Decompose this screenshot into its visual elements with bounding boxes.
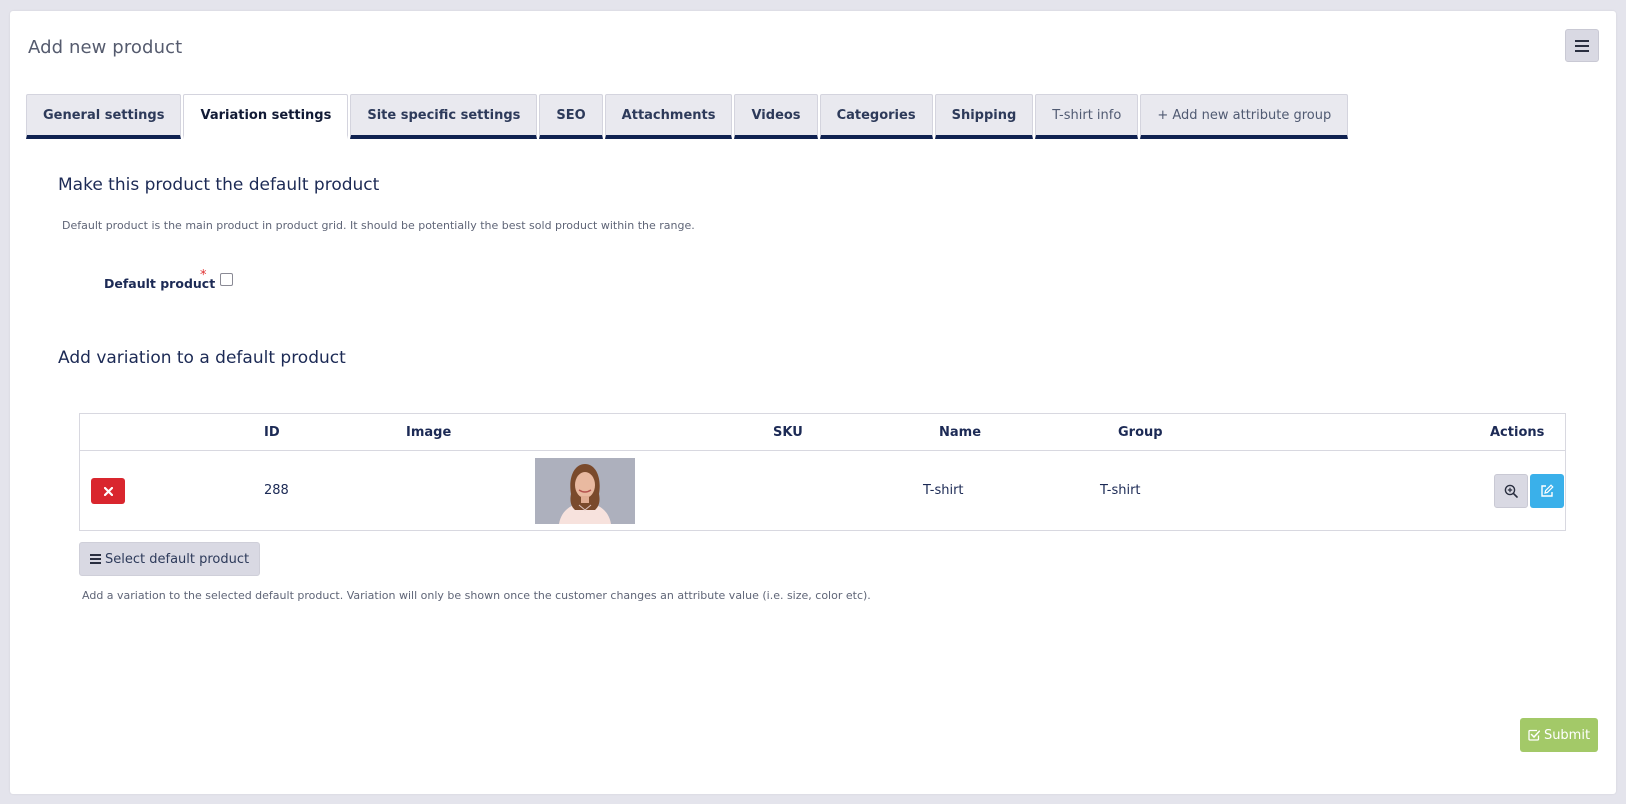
page-title: Add new product — [28, 37, 183, 58]
submit-label: Submit — [1543, 727, 1591, 743]
close-icon — [103, 486, 113, 496]
tab-t-shirt-info[interactable]: T-shirt info — [1035, 94, 1139, 139]
column-header-actions: Actions — [1490, 425, 1545, 440]
row-name: T-shirt — [923, 483, 964, 498]
edit-variation-button[interactable] — [1530, 474, 1564, 508]
select-default-product-label: Select default product — [105, 551, 250, 567]
hamburger-icon — [1575, 39, 1589, 52]
required-mark: * — [200, 268, 207, 283]
remove-variation-button[interactable] — [91, 478, 125, 504]
edit-icon — [1541, 484, 1554, 497]
default-product-checkbox[interactable] — [220, 273, 233, 286]
tab-add-attribute-group[interactable]: + Add new attribute group — [1140, 94, 1349, 139]
column-header-group: Group — [1118, 425, 1163, 440]
row-id: 288 — [264, 483, 289, 498]
list-icon — [90, 554, 101, 564]
tab-shipping[interactable]: Shipping — [934, 94, 1034, 139]
default-product-label: Default product — [104, 276, 216, 291]
select-default-product-button[interactable]: Select default product — [79, 542, 261, 576]
column-header-image: Image — [406, 425, 452, 440]
tab-attachments[interactable]: Attachments — [604, 94, 733, 139]
product-thumbnail — [535, 458, 635, 524]
product-photo — [535, 458, 635, 524]
row-group: T-shirt — [1100, 483, 1141, 498]
variation-table: ID Image SKU Name Group Actions 288 T-sh… — [79, 413, 1566, 531]
column-header-name: Name — [939, 425, 982, 440]
column-header-id: ID — [264, 425, 280, 440]
tab-seo[interactable]: SEO — [539, 94, 603, 139]
column-header-sku: SKU — [773, 425, 803, 440]
table-row: 288 T-shirt T-shirt — [80, 451, 1565, 531]
main-panel: Add new product General settings Variati… — [10, 11, 1616, 794]
default-product-help: Default product is the main product in p… — [62, 219, 695, 232]
view-variation-button[interactable] — [1494, 474, 1528, 508]
tab-bar: General settings Variation settings Site… — [26, 94, 1350, 140]
menu-button[interactable] — [1565, 29, 1599, 62]
tab-videos[interactable]: Videos — [734, 94, 818, 139]
default-product-section-title: Make this product the default product — [58, 175, 380, 195]
tab-general-settings[interactable]: General settings — [26, 94, 182, 139]
tab-site-specific-settings[interactable]: Site specific settings — [350, 94, 538, 139]
tab-categories[interactable]: Categories — [819, 94, 933, 139]
check-square-icon — [1528, 729, 1540, 741]
variation-help: Add a variation to the selected default … — [82, 589, 871, 602]
tab-variation-settings[interactable]: Variation settings — [183, 94, 349, 139]
table-header: ID Image SKU Name Group Actions — [80, 414, 1565, 451]
variation-section-title: Add variation to a default product — [58, 348, 346, 368]
zoom-in-icon — [1504, 484, 1518, 498]
submit-button[interactable]: Submit — [1520, 718, 1598, 752]
